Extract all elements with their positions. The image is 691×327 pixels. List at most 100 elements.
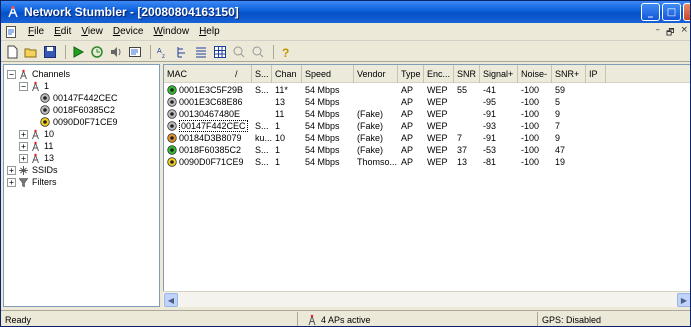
chan-cell: 11 — [275, 109, 285, 119]
type-cell: AP — [401, 97, 414, 107]
column-header[interactable]: Chan — [272, 65, 302, 83]
ap-list-view[interactable]: MAC / S... Chan Speed Vendor Type Enc... SNR Sign… — [163, 64, 690, 307]
collapse-icon[interactable]: − — [7, 69, 16, 79]
ap-status-icon — [167, 97, 177, 107]
tree-node[interactable]: + Filters — [7, 176, 57, 188]
speed-cell: 54 Mbps — [305, 157, 340, 167]
horizontal-scrollbar[interactable]: ◀ ▶ — [163, 291, 690, 307]
table-row[interactable]: 0001E3C68E86 13 54 Mbps AP WEP -95 -100 5 — [164, 96, 586, 108]
enc-cell: WEP — [427, 157, 448, 167]
sound-icon[interactable] — [108, 44, 124, 60]
menu-view[interactable]: View — [76, 26, 108, 37]
mac-cell: 00130467480E — [164, 109, 252, 119]
tree-node[interactable]: −1 — [19, 80, 49, 92]
scroll-right-icon[interactable]: ▶ — [677, 293, 690, 307]
column-header[interactable]: MAC — [164, 65, 232, 83]
antenna-icon — [306, 314, 318, 326]
column-header[interactable]: S... — [252, 65, 272, 83]
noise-cell: -100 — [521, 109, 540, 119]
tree-node[interactable]: 0018F60385C2 — [40, 104, 115, 116]
table-row[interactable]: 00130467480E 11 54 Mbps (Fake) AP WEP -91 -100 9 — [164, 108, 586, 120]
properties-icon[interactable] — [127, 44, 143, 60]
collapse-icon[interactable]: − — [19, 81, 28, 91]
menu-file[interactable]: File — [23, 26, 49, 37]
table-row[interactable]: 00184D3B8079 ku... 10 54 Mbps (Fake) AP WEP 7 -9… — [164, 132, 586, 144]
menu-window[interactable]: Window — [148, 26, 194, 37]
column-header[interactable]: Vendor — [354, 65, 398, 83]
filter-icon[interactable] — [174, 44, 190, 60]
svg-text:?: ? — [282, 46, 289, 59]
column-header[interactable]: Type — [398, 65, 424, 83]
column-header[interactable]: SNR — [454, 65, 480, 83]
tree-node[interactable]: − Channels — [7, 68, 70, 80]
column-header[interactable]: / — [232, 65, 252, 83]
zoom-in-icon[interactable] — [231, 44, 247, 60]
tree-node[interactable]: +13 — [19, 152, 54, 164]
mdi-minimize-icon[interactable]: – — [656, 25, 661, 41]
expand-icon[interactable]: + — [7, 165, 16, 175]
save-icon[interactable] — [42, 44, 58, 60]
mdi-restore-icon[interactable]: 🗗 — [666, 25, 674, 41]
grid-view-icon[interactable] — [212, 44, 228, 60]
column-header[interactable]: Speed — [302, 65, 354, 83]
type-cell: AP — [401, 85, 414, 95]
menu-device[interactable]: Device — [108, 26, 149, 37]
chan-cell: 1 — [275, 145, 281, 155]
column-header[interactable]: Signal+ — [480, 65, 518, 83]
tree-node[interactable]: +10 — [19, 128, 54, 140]
tree-node[interactable]: 0090D0F71CE9 — [40, 116, 118, 128]
column-header[interactable]: Noise- — [518, 65, 552, 83]
expand-icon[interactable]: + — [7, 177, 16, 187]
maximize-button[interactable]: □ — [662, 3, 681, 21]
tree-node[interactable]: +11 — [19, 140, 53, 152]
tree-node-label: 0090D0F71CE9 — [53, 117, 118, 127]
table-row[interactable]: 00147F442CEC S... 1 54 Mbps (Fake) AP WEP -93 -1… — [164, 120, 586, 132]
close-button[interactable]: ✕ — [683, 3, 690, 21]
help-icon[interactable]: ? — [278, 44, 294, 60]
ap-status-icon — [167, 109, 177, 119]
tree-node-label: Channels — [32, 69, 71, 79]
tree-node-label: 11 — [44, 141, 54, 151]
menu-help[interactable]: Help — [194, 26, 225, 37]
table-row[interactable]: 0090D0F71CE9 S... 1 54 Mbps Thomso... AP WEP 13… — [164, 156, 586, 168]
minimize-button[interactable]: _ — [641, 3, 660, 21]
scroll-left-icon[interactable]: ◀ — [164, 293, 178, 307]
snr-cell: 55 — [457, 85, 468, 95]
snrplus-cell: 5 — [555, 97, 561, 107]
new-icon[interactable] — [4, 44, 20, 60]
open-icon[interactable] — [23, 44, 39, 60]
zoom-out-icon[interactable] — [250, 44, 266, 60]
ssid-cell: ku... — [255, 133, 272, 143]
list-view-icon[interactable] — [193, 44, 209, 60]
enc-cell: WEP — [427, 109, 448, 119]
tree-node[interactable]: + SSIDs — [7, 164, 58, 176]
table-row[interactable]: 0018F60385C2 S... 1 54 Mbps (Fake) AP WEP 37 -53… — [164, 144, 586, 156]
filter-icon — [18, 177, 29, 188]
column-header[interactable]: SNR+ — [552, 65, 586, 83]
ap-gray-icon — [40, 93, 50, 103]
expand-icon[interactable]: + — [19, 153, 28, 163]
play-icon[interactable] — [70, 44, 86, 60]
menu-edit[interactable]: Edit — [49, 26, 76, 37]
tree-panel[interactable]: − Channels −1 00147F442CEC 0018F60385C2 0090D… — [3, 64, 160, 307]
ssid-cell: S... — [255, 145, 269, 155]
expand-icon[interactable]: + — [19, 129, 28, 139]
title-bar[interactable]: Network Stumbler - [20080804163150] _ □ … — [1, 1, 690, 23]
chan-cell: 1 — [275, 121, 281, 131]
ssid-cell: S... — [255, 121, 269, 131]
auto-config-icon[interactable] — [89, 44, 105, 60]
noise-cell: -100 — [521, 157, 540, 167]
table-row[interactable]: 0001E3C5F29B S... 11* 54 Mbps AP WEP 55 -41 -100… — [164, 84, 586, 96]
sort-icon[interactable]: Az — [155, 44, 171, 60]
ap-status-icon — [167, 85, 177, 95]
mdi-close-icon[interactable]: × — [680, 25, 688, 41]
noise-cell: -100 — [521, 97, 540, 107]
chan-cell: 13 — [275, 97, 286, 107]
document-icon[interactable] — [5, 25, 17, 38]
column-header[interactable]: Enc... — [424, 65, 454, 83]
expand-icon[interactable]: + — [19, 141, 28, 151]
speed-cell: 54 Mbps — [305, 109, 340, 119]
snrplus-cell: 47 — [555, 145, 566, 155]
tree-node[interactable]: 00147F442CEC — [40, 92, 118, 104]
column-header[interactable]: IP — [586, 65, 606, 83]
